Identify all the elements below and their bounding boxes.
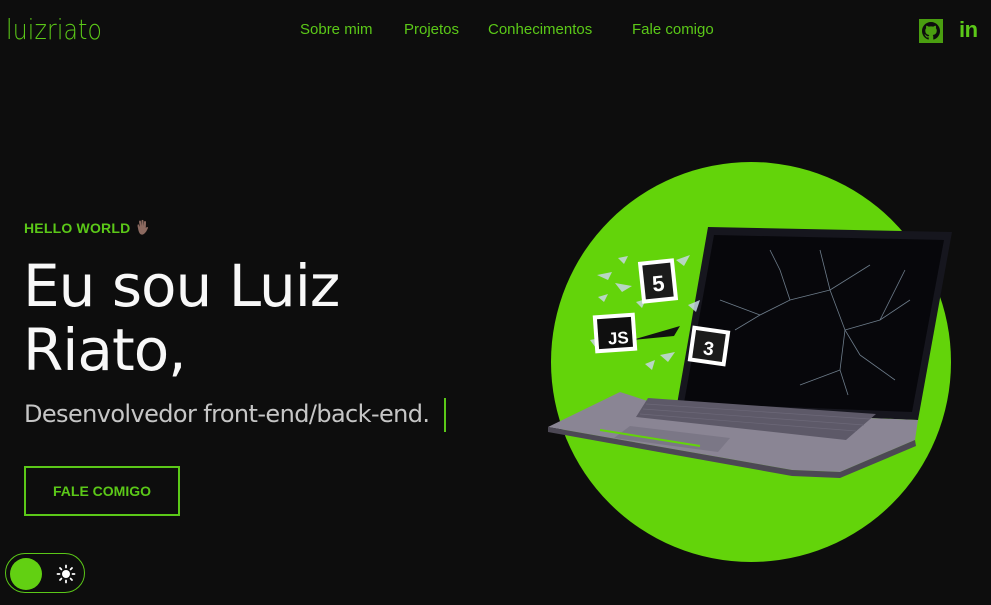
theme-toggle[interactable] — [5, 553, 85, 593]
nav-projetos[interactable]: Projetos — [404, 21, 459, 38]
waving-hand-icon — [137, 219, 148, 235]
github-icon[interactable] — [919, 19, 943, 43]
hero-greeting: HELLO WORLD — [24, 220, 131, 236]
nav-fale-comigo[interactable]: Fale comigo — [632, 21, 714, 38]
contact-button[interactable]: FALE COMIGO — [24, 466, 180, 516]
github-icon-glyph — [922, 22, 940, 40]
html5-badge: 5 — [637, 258, 679, 304]
nav-sobre-mim[interactable]: Sobre mim — [300, 21, 373, 38]
sun-icon — [56, 564, 76, 584]
js-badge: JS — [592, 312, 638, 354]
html5-badge-text: 5 — [651, 270, 666, 296]
hero-title: Eu sou Luiz Riato, — [23, 252, 340, 384]
nav-conhecimentos[interactable]: Conhecimentos — [488, 21, 592, 38]
main-nav: Sobre mim Projetos Conhecimentos Fale co… — [0, 21, 991, 41]
page: luizriato Sobre mim Projetos Conheciment… — [0, 0, 991, 605]
linkedin-icon[interactable]: in — [959, 17, 978, 43]
typing-caret — [444, 398, 446, 432]
toggle-knob — [10, 558, 42, 590]
hero-subtitle: Desenvolvedor front-end/back-end. — [24, 400, 430, 428]
css3-badge: 3 — [687, 325, 731, 367]
js-badge-text: JS — [607, 328, 629, 348]
hero-illustration: 5 JS 3 — [548, 162, 952, 562]
